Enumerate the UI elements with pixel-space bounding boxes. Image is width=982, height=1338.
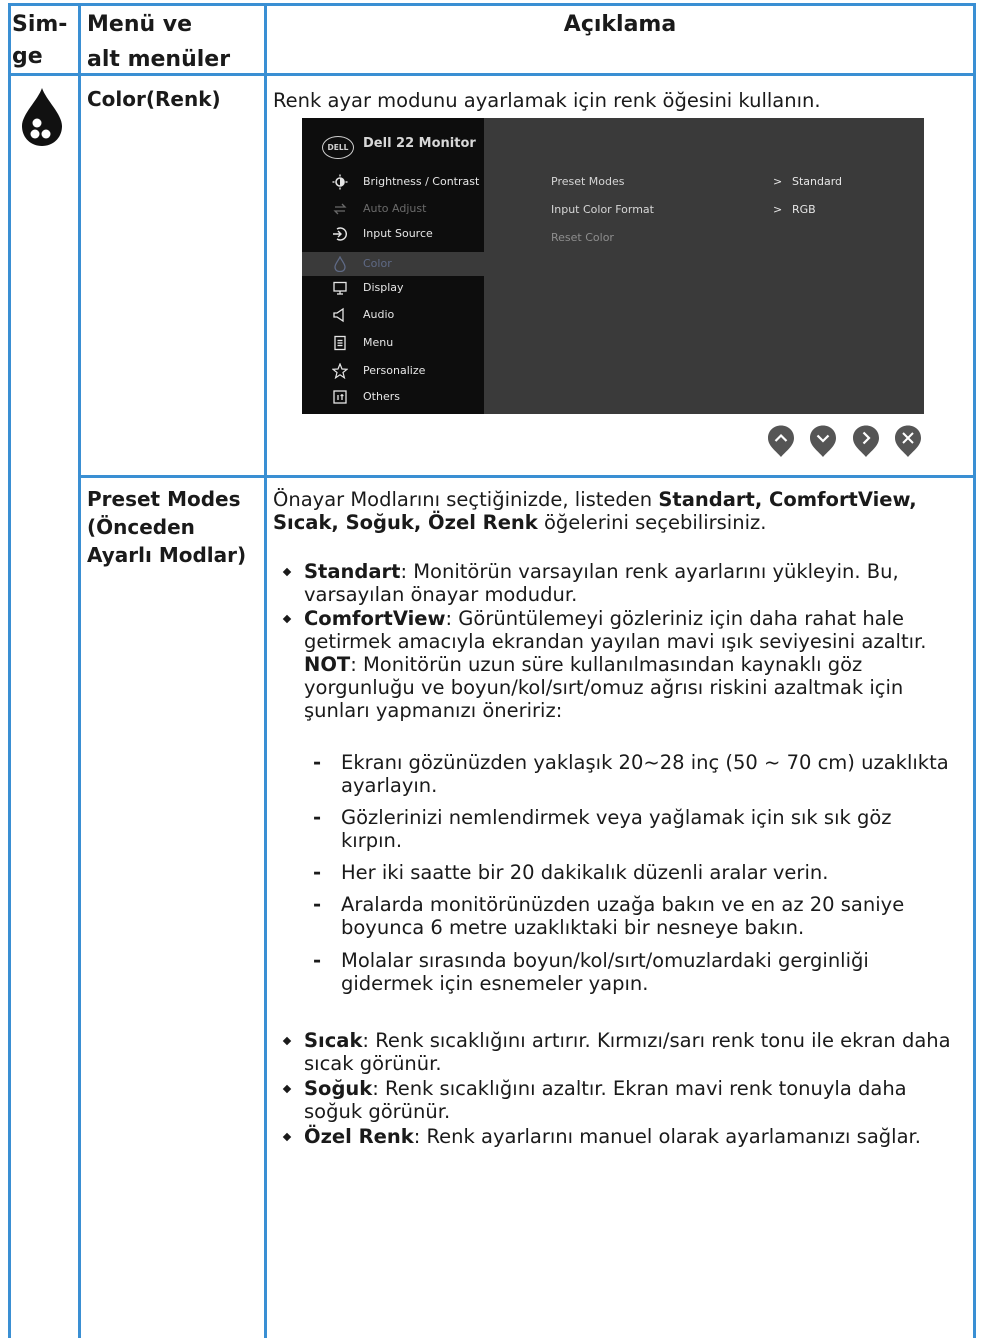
osd-menu-personalize[interactable]: Personalize [302, 359, 484, 383]
bullet-diamond [282, 567, 292, 577]
osd-screenshot: DELL Dell 22 Monitor Brightness / Contra… [302, 118, 924, 414]
header-col1-line2: ge [12, 44, 43, 69]
input-source-icon [332, 226, 348, 242]
osd-submenu-arrow: > [773, 203, 783, 216]
col2-right-rule [264, 3, 267, 1338]
header-col1-line1: Sim- [12, 12, 68, 37]
osd-submenu-input-color-format[interactable]: Input Color Format [551, 203, 654, 216]
color-menu-title: Color(Renk) [87, 87, 221, 111]
row1-bottom-rule [78, 475, 976, 478]
osd-menu-menu[interactable]: Menu [302, 331, 484, 355]
color-description: Renk ayar modunu ayarlamak için renk öğe… [273, 89, 821, 112]
osd-menu-color[interactable]: Color [302, 252, 484, 276]
col1-right-rule [78, 3, 81, 1338]
bullet-diamond [282, 614, 292, 624]
osd-menu-brightness[interactable]: Brightness / Contrast [302, 170, 484, 194]
osd-submenu-preset-modes[interactable]: Preset Modes [551, 175, 625, 188]
osd-menu-label: Personalize [363, 364, 426, 377]
osd-menu-auto-adjust: Auto Adjust [302, 197, 484, 221]
down-icon[interactable] [808, 424, 838, 458]
osd-submenu-value: Standard [792, 175, 843, 188]
osd-menu-label: Color [363, 257, 392, 270]
audio-icon [332, 307, 348, 323]
osd-title: Dell 22 Monitor [363, 136, 476, 151]
star-icon [331, 362, 349, 380]
right-icon[interactable] [851, 424, 881, 458]
osd-menu-label: Audio [363, 308, 395, 321]
osd-menu-label: Display [363, 281, 404, 294]
display-icon [332, 280, 348, 296]
osd-menu-audio[interactable]: Audio [302, 303, 484, 327]
osd-submenu-value: RGB [792, 203, 816, 216]
up-icon[interactable] [766, 424, 796, 458]
auto-adjust-icon [332, 201, 348, 217]
osd-menu-label: Menu [363, 336, 394, 349]
osd-menu-label: Others [363, 390, 400, 403]
bullet-diamond [282, 1036, 292, 1046]
osd-menu-input-source[interactable]: Input Source [302, 222, 484, 246]
color-drop-icon [18, 86, 66, 148]
osd-submenu-arrow: > [773, 175, 783, 188]
osd-menu-label: Brightness / Contrast [363, 175, 480, 188]
table-top-rule [8, 3, 976, 6]
preset-modes-title-line1: Preset Modes [87, 487, 241, 511]
osd-menu-label: Auto Adjust [363, 202, 427, 215]
preset-intro: Önayar Modlarını seçtiğinizde, listeden … [273, 488, 917, 534]
bullet-diamond [282, 1084, 292, 1094]
dell-logo: DELL [322, 136, 354, 159]
osd-menu-display[interactable]: Display [302, 276, 484, 300]
bullet-diamond [282, 1132, 292, 1142]
osd-menu-label: Input Source [363, 227, 433, 240]
color-icon [332, 255, 348, 273]
close-icon[interactable] [893, 424, 923, 458]
preset-modes-title-line2: (Önceden [87, 515, 195, 539]
others-icon [332, 389, 348, 405]
header-col2-line2: alt menüler [87, 47, 231, 72]
table-right-rule [973, 3, 976, 1338]
table-left-rule [8, 3, 11, 1338]
header-col2-line1: Menü ve [87, 12, 193, 37]
header-col3: Açıklama [563, 12, 677, 37]
osd-menu-others[interactable]: Others [302, 385, 484, 409]
preset-modes-title-line3: Ayarlı Modlar) [87, 543, 247, 567]
menu-icon [332, 335, 348, 351]
brightness-icon [332, 174, 348, 190]
osd-submenu-reset-color[interactable]: Reset Color [551, 231, 614, 244]
